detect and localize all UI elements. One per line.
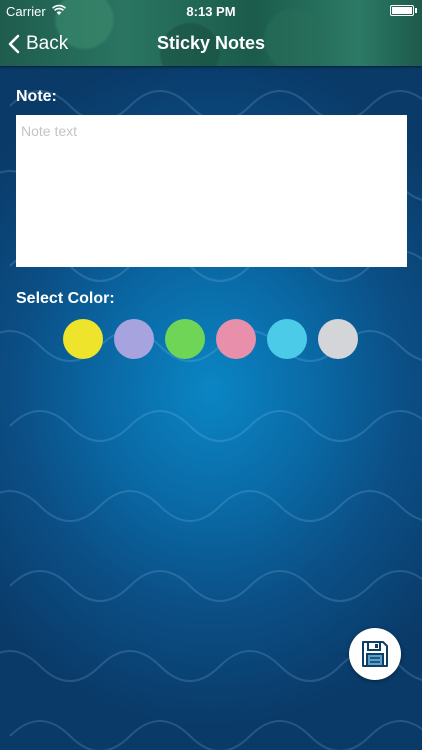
color-swatch-yellow[interactable]: [63, 319, 103, 359]
save-button[interactable]: [349, 628, 401, 680]
color-swatch-green[interactable]: [165, 319, 205, 359]
color-swatch-pink[interactable]: [216, 319, 256, 359]
battery-icon: [390, 5, 414, 16]
floppy-disk-icon: [362, 641, 388, 667]
note-text-field[interactable]: [16, 115, 407, 267]
status-bar: Carrier 8:13 PM: [0, 0, 422, 22]
battery-cap: [415, 8, 417, 13]
color-swatch-sky-blue[interactable]: [267, 319, 307, 359]
color-swatch-lavender[interactable]: [114, 319, 154, 359]
screen: Carrier 8:13 PM Back Sticky Notes Note: …: [0, 0, 422, 750]
note-label: Note:: [16, 88, 57, 105]
color-swatch-light-gray[interactable]: [318, 319, 358, 359]
page-title: Sticky Notes: [156, 33, 266, 53]
select-color-label: Select Color:: [16, 290, 115, 307]
status-time: 8:13 PM: [186, 4, 236, 19]
color-picker: [63, 319, 358, 359]
navigation-bar: Carrier 8:13 PM Back Sticky Notes: [0, 0, 422, 66]
